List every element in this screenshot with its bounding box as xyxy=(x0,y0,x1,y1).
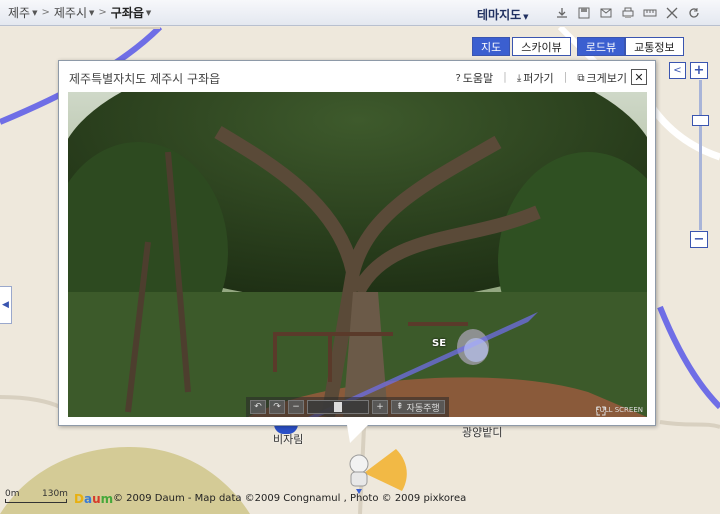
panorama-image xyxy=(68,92,647,417)
save-icon[interactable] xyxy=(575,5,593,21)
chevron-down-icon[interactable]: ▼ xyxy=(32,9,37,17)
zoom-control: + − xyxy=(690,62,710,252)
popup-title: 제주특별자치도 제주시 구좌읍 xyxy=(69,72,221,86)
autoplay-icon: ⇞ xyxy=(396,402,404,412)
scale-bar xyxy=(5,499,67,503)
chevron-down-icon: ▼ xyxy=(523,13,529,21)
divider: | xyxy=(563,70,568,83)
zoom-in-button[interactable]: + xyxy=(690,62,708,79)
breadcrumb-item-3[interactable]: 구좌읍 xyxy=(111,4,144,21)
map-type-buttons: 지도 스카이뷰 로드뷰 교통정보 xyxy=(472,37,684,56)
theme-map-dropdown[interactable]: 테마지도 ▼ xyxy=(477,6,529,23)
scale-label-left: 0m xyxy=(5,489,20,499)
rotate-right-button[interactable]: ↷ xyxy=(269,400,285,414)
download-icon: ⤓ xyxy=(516,72,522,84)
place-label[interactable]: 광양밭디 xyxy=(462,424,502,440)
breadcrumb-item-2[interactable]: 제주시 xyxy=(54,4,87,21)
zoom-out-button[interactable]: − xyxy=(690,231,708,248)
close-icon: ✕ xyxy=(634,70,644,84)
share-link[interactable]: ⤓ 퍼가기 xyxy=(517,70,554,86)
tool-icons xyxy=(553,5,703,21)
roadview-person-icon[interactable] xyxy=(344,452,374,496)
question-icon: ? xyxy=(455,72,461,84)
zoom-slider-track[interactable] xyxy=(691,80,709,230)
enlarge-link[interactable]: ⧉ 크게보기 xyxy=(577,70,627,86)
map-type-map-button[interactable]: 지도 xyxy=(472,37,511,56)
chevron-right-icon: > xyxy=(41,7,50,18)
help-link[interactable]: ? 도움말 xyxy=(455,70,493,86)
chevron-down-icon[interactable]: ▼ xyxy=(146,9,151,17)
mail-icon[interactable] xyxy=(597,5,615,21)
scale-label-right: 130m xyxy=(42,489,68,499)
expand-icon[interactable] xyxy=(663,5,681,21)
close-button[interactable]: ✕ xyxy=(631,69,647,85)
popup-links: ? 도움말 | ⤓ 퍼가기 | ⧉ 크게보기 xyxy=(455,70,627,86)
chevron-down-icon[interactable]: ▼ xyxy=(89,9,94,17)
copyright-text: © 2009 Daum - Map data ©2009 Congnamul ,… xyxy=(113,493,467,504)
panorama-view[interactable]: SE ↶ ↷ − + ⇞ 자동주행 FULL SCREEN xyxy=(68,92,647,417)
auto-play-button[interactable]: ⇞ 자동주행 xyxy=(391,400,445,414)
zoom-slider-thumb[interactable] xyxy=(691,115,709,126)
daum-logo: Daum xyxy=(74,492,114,506)
pano-zoom-thumb[interactable] xyxy=(334,402,342,412)
chevron-left-icon: < xyxy=(673,65,682,76)
ruler-icon[interactable] xyxy=(641,5,659,21)
breadcrumb-item-1[interactable]: 제주 xyxy=(8,4,30,21)
traffic-button[interactable]: 교통정보 xyxy=(625,37,684,56)
roadview-button[interactable]: 로드뷰 xyxy=(576,37,626,56)
fullscreen-button[interactable]: FULL SCREEN xyxy=(596,406,643,416)
print-icon[interactable] xyxy=(619,5,637,21)
pano-zoom-slider[interactable] xyxy=(307,400,369,414)
top-toolbar: 제주 ▼ > 제주시 ▼ > 구좌읍 ▼ 테마지도 ▼ xyxy=(0,0,720,26)
compass-direction: SE xyxy=(432,338,447,349)
theme-map-label: 테마지도 xyxy=(477,8,522,22)
link-icon: ⧉ xyxy=(577,72,585,84)
left-panel-toggle[interactable]: ◀ xyxy=(0,286,12,324)
pan-left-button[interactable]: < xyxy=(669,62,686,79)
download-icon[interactable] xyxy=(553,5,571,21)
pano-zoom-in-button[interactable]: + xyxy=(372,400,388,414)
map-type-skyview-button[interactable]: 스카이뷰 xyxy=(512,37,571,56)
refresh-icon[interactable] xyxy=(685,5,703,21)
pano-zoom-out-button[interactable]: − xyxy=(288,400,304,414)
breadcrumb: 제주 ▼ > 제주시 ▼ > 구좌읍 ▼ xyxy=(0,0,151,26)
divider: | xyxy=(503,70,507,83)
panorama-controls: ↶ ↷ − + ⇞ 자동주행 xyxy=(246,397,449,417)
popup-pointer xyxy=(347,425,368,443)
rotate-left-button[interactable]: ↶ xyxy=(250,400,266,414)
chevron-right-icon: > xyxy=(98,7,107,18)
roadview-popup: 제주특별자치도 제주시 구좌읍 ?도움말 | ⤓퍼가기 | ⧉크게보기 ✕ xyxy=(58,60,656,426)
fullscreen-icon xyxy=(596,406,606,416)
chevron-left-icon: ◀ xyxy=(2,300,9,310)
